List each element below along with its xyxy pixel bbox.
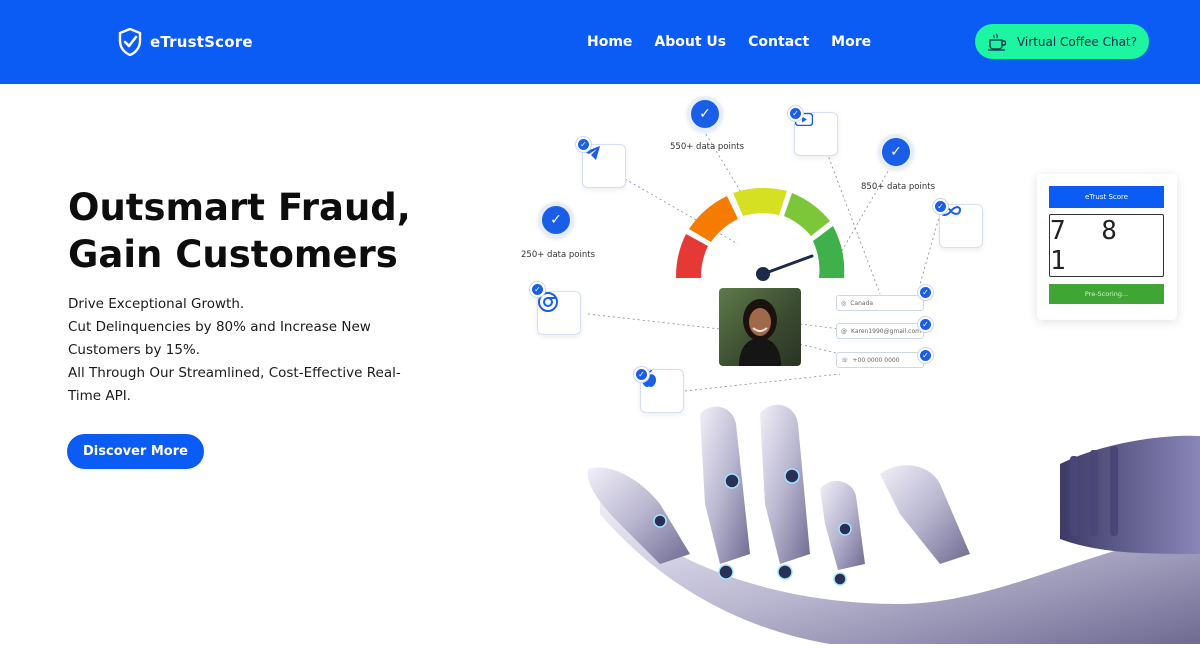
telegram-check-icon: ✓ — [576, 137, 591, 152]
data-points-850-label: 850+ data points — [861, 182, 936, 192]
discover-more-button[interactable]: Discover More — [67, 434, 204, 469]
score-value: 7 8 1 — [1049, 214, 1164, 277]
hero-desc-line: All Through Our Streamlined, Cost-Effect… — [68, 365, 401, 381]
hero-desc-line: Time API. — [68, 388, 131, 404]
pre-scoring-button: Pre-Scoring... — [1049, 284, 1164, 304]
country-check-icon: ✓ — [918, 285, 933, 300]
brand-name: eTrustScore — [150, 33, 253, 51]
country-field-value: Canada — [850, 299, 874, 307]
person-avatar-icon — [739, 299, 781, 366]
nav-link-home[interactable]: Home — [587, 34, 632, 50]
chrome-check-icon: ✓ — [530, 282, 545, 297]
shield-check-icon — [118, 28, 142, 56]
apple-check-icon: ✓ — [634, 367, 649, 382]
nav-link-more[interactable]: More — [831, 34, 871, 50]
data-points-550-badge: ✓ — [687, 96, 723, 132]
nav-link-contact[interactable]: Contact — [748, 34, 809, 50]
email-check-icon: ✓ — [918, 317, 933, 332]
phone-field: ☏ +00 0000 0000 — [836, 352, 924, 368]
risk-gauge — [675, 188, 845, 281]
hero-description: Drive Exceptional Growth. Cut Delinquenc… — [68, 293, 408, 408]
phone-icon: ☏ — [841, 356, 849, 364]
telegram-source-card — [582, 144, 626, 188]
etrust-score-card: eTrust Score 7 8 1 Pre-Scoring... — [1037, 174, 1177, 320]
coffee-cup-icon — [987, 33, 1007, 51]
phone-field-value: +00 0000 0000 — [852, 356, 900, 364]
hero-desc-line: Customers by 15%. — [68, 342, 201, 358]
hero-title-line-1: Outsmart Fraud, — [68, 186, 411, 229]
customer-photo — [719, 288, 801, 366]
score-card-title: eTrust Score — [1049, 186, 1164, 208]
youtube-check-icon: ✓ — [788, 106, 803, 121]
chrome-source-card — [537, 291, 581, 335]
robot-hand — [587, 404, 1200, 644]
email-icon: @ — [841, 327, 847, 335]
hero-illustration: ✓ 550+ data points ✓ 850+ data points ✓ … — [500, 84, 1200, 649]
data-points-250-badge: ✓ — [538, 202, 574, 238]
meta-check-icon: ✓ — [933, 199, 948, 214]
hero-title-line-2: Gain Customers — [68, 233, 398, 276]
hero-title: Outsmart Fraud, Gain Customers — [68, 184, 488, 278]
top-navbar: eTrustScore Home About Us Contact More V… — [0, 0, 1200, 84]
country-field: ◎ Canada — [836, 295, 924, 311]
nav-link-about-us[interactable]: About Us — [654, 34, 726, 50]
brand-logo[interactable]: eTrustScore — [118, 28, 253, 56]
hero-desc-line: Cut Delinquencies by 80% and Increase Ne… — [68, 319, 371, 335]
data-points-850-badge: ✓ — [878, 134, 914, 170]
virtual-coffee-chat-label: Virtual Coffee Chat? — [1016, 34, 1137, 49]
hero-desc-line: Drive Exceptional Growth. — [68, 296, 245, 312]
data-points-250-label: 250+ data points — [521, 250, 596, 260]
phone-check-icon: ✓ — [918, 348, 933, 363]
email-field: @ Karen1990@gmail.com — [836, 323, 924, 339]
nav-links: Home About Us Contact More — [587, 34, 893, 50]
globe-icon: ◎ — [841, 299, 847, 307]
data-points-550-label: 550+ data points — [670, 142, 745, 152]
email-field-value: Karen1990@gmail.com — [851, 327, 921, 335]
virtual-coffee-chat-button[interactable]: Virtual Coffee Chat? — [975, 24, 1149, 59]
